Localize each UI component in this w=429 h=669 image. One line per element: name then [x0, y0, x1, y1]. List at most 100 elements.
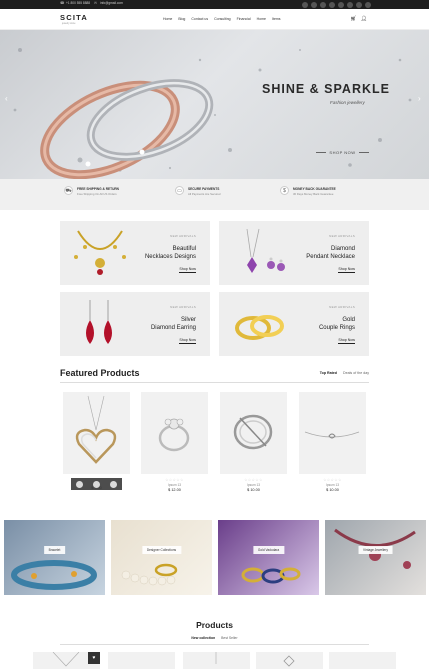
tab-new-collection[interactable]: New collection [191, 636, 215, 640]
collection-banner-gold[interactable]: Gold Vadodara [218, 520, 319, 595]
tab-best-seller[interactable]: Best Seller [221, 636, 237, 640]
category-title: Beautiful Necklaces Designs [145, 245, 196, 261]
featured-tabs: Top Rated Deals of the day [320, 371, 369, 375]
category-title-line1: Beautiful [172, 246, 196, 252]
product-card[interactable]: ☆☆☆☆☆ Ipsum 13 $ 10.00 [220, 392, 287, 492]
service-item: $ MONEY BACK GUARANTEE 30 Days Money Bac… [280, 186, 336, 196]
service-subtitle: 30 Days Money Back Guarantee [293, 192, 334, 196]
email-address: info@gmail.com [100, 1, 123, 5]
category-banner-couple-rings[interactable]: NEW ARRIVALS Gold Couple Rings Shop Now [219, 292, 369, 356]
service-item: ⛟ FREE SHIPPING & RETURN Free Shipping O… [64, 186, 119, 196]
card-icon: ▭ [175, 186, 184, 195]
collection-banner-designer[interactable]: Designer Collections [111, 520, 212, 595]
twitter-icon[interactable] [311, 1, 317, 8]
shop-now-link[interactable]: Shop Now [179, 338, 196, 344]
product-actions [71, 478, 122, 490]
nav-item[interactable]: Contact us [191, 17, 208, 21]
slider-prev-icon[interactable]: ‹ [5, 94, 8, 103]
category-title-line2: Diamond Earring [150, 325, 196, 331]
category-banner-necklaces[interactable]: NEW ARRIVALS Beautiful Necklaces Designs… [60, 221, 210, 285]
phone-contact[interactable]: ☎ +1 800 555 8888 [60, 1, 90, 5]
product-name[interactable]: Ipsum 13 [299, 483, 366, 487]
linkedin-icon[interactable] [347, 1, 353, 8]
wishlist-icon[interactable]: ♥ [88, 652, 100, 664]
product-card[interactable]: $ 9.00 [63, 392, 130, 490]
product-card[interactable]: ☆☆☆☆☆ Ipsum 13 $ 12.00 [141, 392, 208, 492]
service-title: MONEY BACK GUARANTEE [293, 187, 336, 191]
nav-item[interactable]: Financial [237, 17, 251, 21]
instagram-icon[interactable] [320, 1, 326, 8]
product-image[interactable] [299, 392, 366, 474]
collection-label[interactable]: Designer Collections [141, 546, 182, 555]
product-image[interactable] [220, 392, 287, 474]
product-name[interactable]: Ipsum 13 [141, 483, 208, 487]
money-icon: $ [280, 186, 289, 195]
collection-banner-vintage[interactable]: Vintage Jewellery [325, 520, 426, 595]
necklace-image [74, 230, 126, 275]
product-thumbnail[interactable] [183, 652, 250, 669]
category-title-line2: Necklaces Designs [144, 254, 196, 260]
collection-label[interactable]: Vintage Jewellery [358, 546, 393, 555]
facebook-icon[interactable] [302, 1, 308, 8]
product-thumbnail[interactable] [108, 652, 175, 669]
category-title-line1: Diamond [330, 246, 355, 252]
category-title: Silver Diamond Earring [151, 316, 196, 332]
category-banner-earrings[interactable]: NEW ARRIVALS Silver Diamond Earring Shop… [60, 292, 210, 356]
site-header: SCITA jewelry store Home Blog Contact us… [0, 9, 429, 30]
category-tag: NEW ARRIVALS [329, 234, 355, 238]
products-tabs: New collection Best Seller [0, 636, 429, 640]
logo[interactable]: SCITA [60, 13, 88, 22]
nav-item[interactable]: Home [163, 17, 172, 21]
product-thumbnail[interactable] [256, 652, 323, 669]
dribbble-icon[interactable] [365, 1, 371, 8]
pearls-image [121, 563, 178, 586]
category-title: Diamond Pendant Necklace [306, 245, 355, 261]
service-subtitle: All Payments Are Secured [188, 192, 221, 196]
category-title-line1: Silver [180, 317, 196, 323]
products-title: Products [196, 620, 233, 630]
youtube-icon[interactable] [356, 1, 362, 8]
product-rating: ☆☆☆☆☆ [323, 478, 342, 482]
pinterest-icon[interactable] [329, 1, 335, 8]
product-name[interactable]: Ipsum 13 [220, 483, 287, 487]
product-thumbnail[interactable] [329, 652, 396, 669]
nav-item[interactable]: Blog [178, 17, 185, 21]
product-card[interactable]: ☆☆☆☆☆ Ipsum 13 $ 10.00 [299, 392, 366, 492]
phone-icon: ☎ [60, 1, 65, 5]
google-plus-icon[interactable] [338, 1, 344, 8]
category-tag: NEW ARRIVALS [329, 305, 355, 309]
product-image[interactable] [141, 392, 208, 474]
shop-now-button[interactable]: SHOP NOW [316, 148, 369, 156]
email-contact[interactable]: ✉ info@gmail.com [94, 1, 123, 5]
category-banner-pendant[interactable]: NEW ARRIVALS Diamond Pendant Necklace Sh… [219, 221, 369, 285]
service-item: ▭ SECURE PAYMENTS All Payments Are Secur… [175, 186, 221, 196]
featured-products-title: Featured Products [60, 368, 140, 378]
bracelet-image [11, 560, 97, 590]
tab-deals-of-the-day[interactable]: Deals of the day [343, 371, 369, 375]
product-rating: ☆☆☆☆☆ [165, 478, 184, 482]
tab-top-rated[interactable]: Top Rated [320, 371, 337, 375]
collection-label[interactable]: Gold Vadodara [252, 546, 285, 555]
product-image[interactable] [63, 392, 130, 474]
shop-now-link[interactable]: Shop Now [179, 267, 196, 273]
quick-view-icon[interactable] [76, 480, 83, 488]
category-title-line1: Gold [342, 317, 355, 323]
gold-rings-collection-image [241, 567, 301, 584]
collection-banner-bracelet[interactable]: Bracelet [4, 520, 105, 595]
nav-item[interactable]: Consulting [214, 17, 231, 21]
wishlist-icon[interactable] [110, 480, 117, 488]
collection-label[interactable]: Bracelet [43, 546, 66, 555]
shop-now-link[interactable]: Shop Now [338, 338, 355, 344]
hero-title: SHINE & SPARKLE [262, 82, 390, 96]
main-nav: Home Blog Contact us Consulting Financia… [163, 17, 281, 21]
nav-item[interactable]: Items [272, 17, 281, 21]
slider-next-icon[interactable]: › [418, 94, 421, 103]
hero-slider: SHINE & SPARKLE Fashion jewellery SHOP N… [0, 30, 429, 179]
cart-icon[interactable]: 🛒︎ [350, 16, 356, 22]
nav-item[interactable]: Home [257, 17, 266, 21]
add-to-cart-icon[interactable] [93, 480, 100, 488]
user-icon[interactable]: 👤︎ [361, 16, 367, 22]
shop-now-link[interactable]: Shop Now [338, 267, 355, 273]
product-price: $ 10.00 [326, 488, 339, 492]
phone-number: +1 800 555 8888 [66, 1, 91, 5]
